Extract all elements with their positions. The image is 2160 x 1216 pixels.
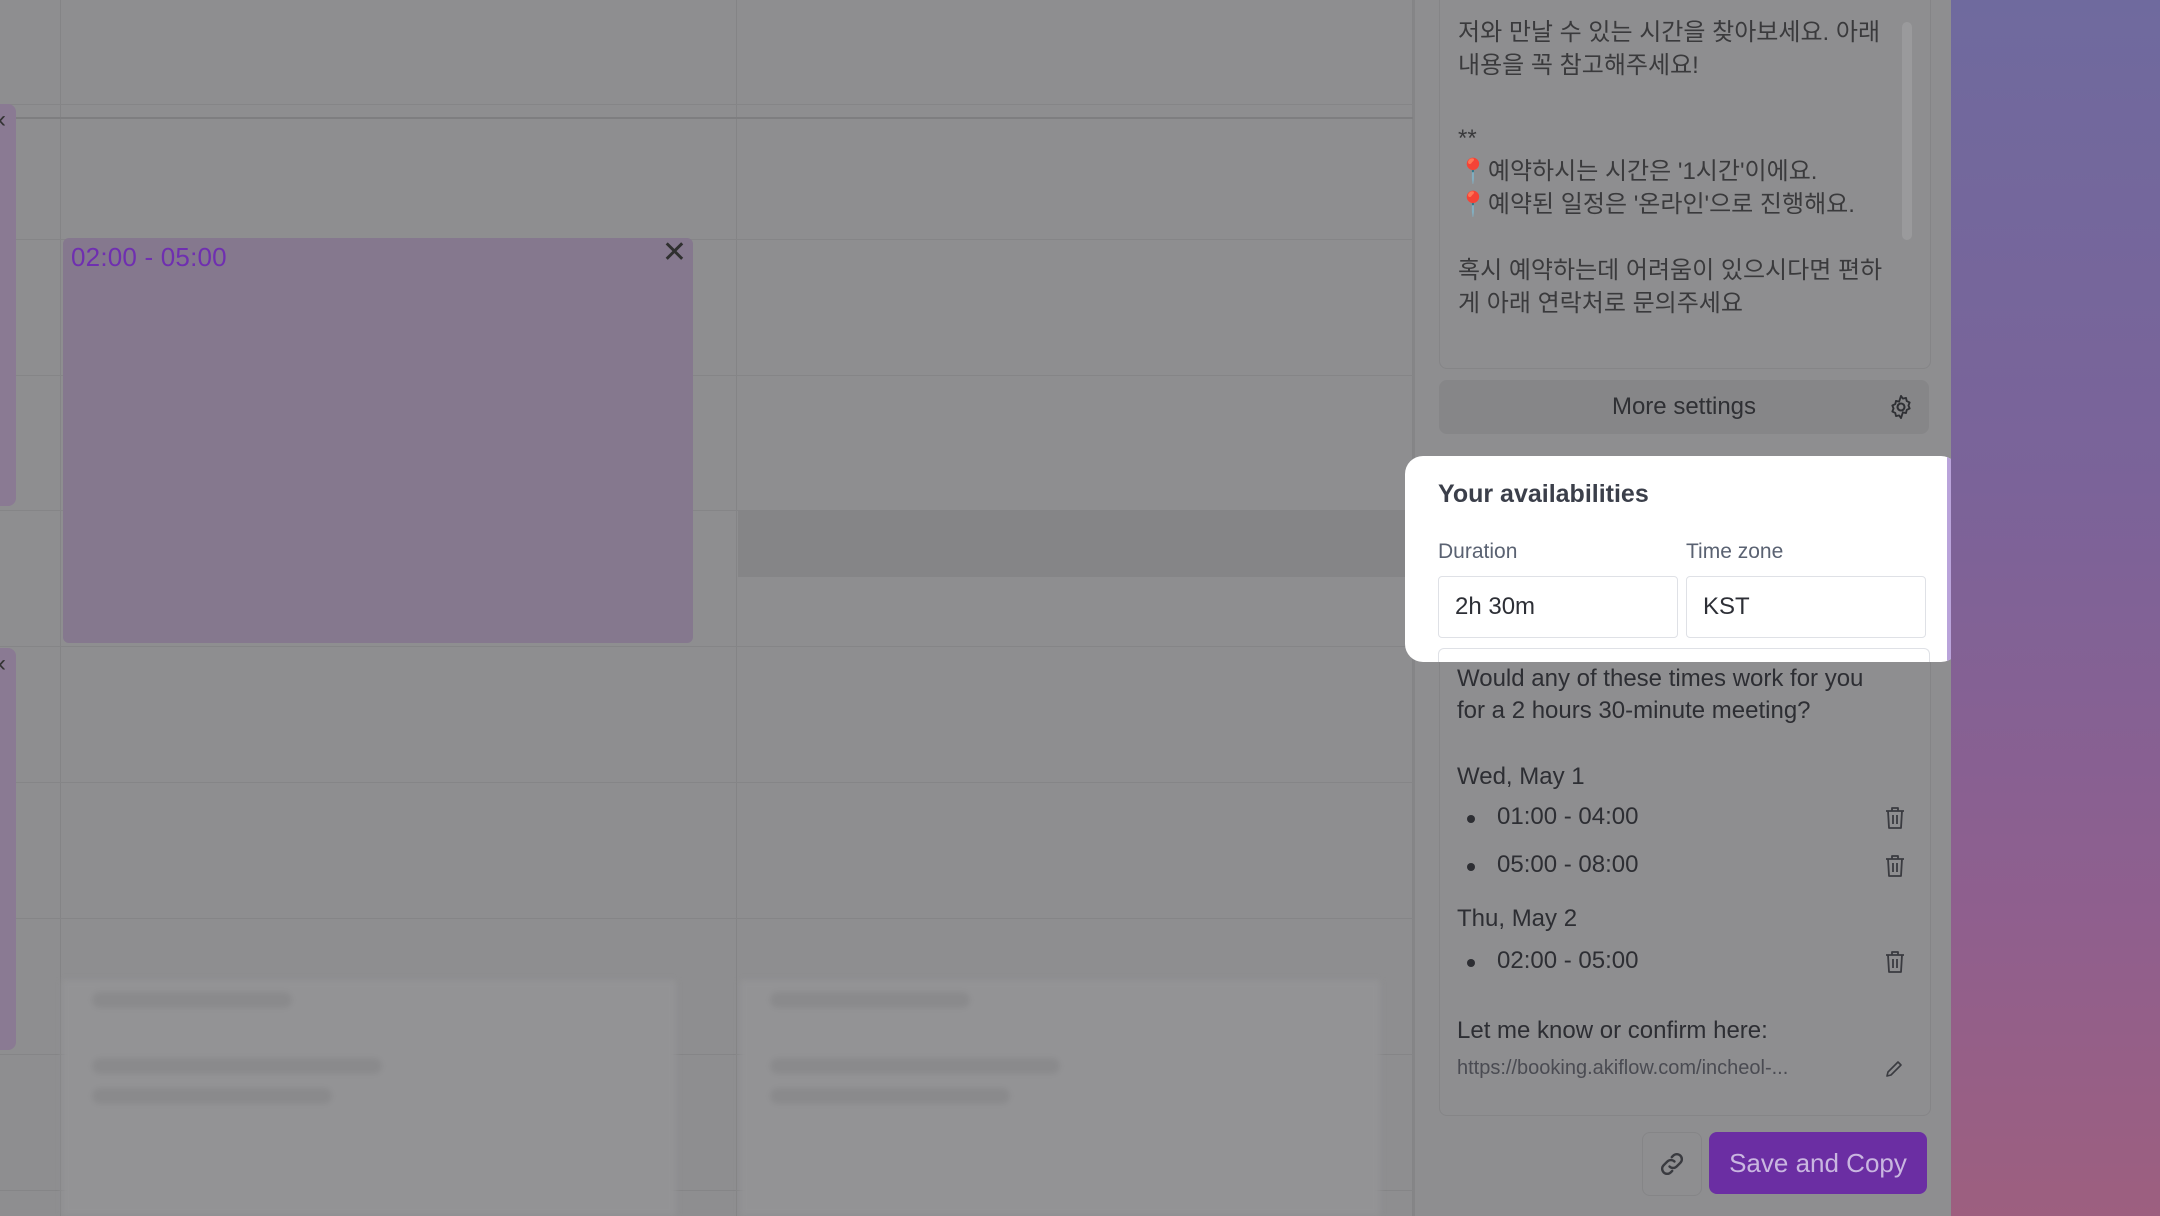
- previous-day-event[interactable]: ‹: [0, 648, 16, 1050]
- time-slot: 05:00 - 08:00: [1457, 849, 1913, 885]
- trash-icon[interactable]: [1883, 949, 1907, 975]
- close-icon[interactable]: ‹: [0, 652, 6, 676]
- time-slot: 01:00 - 04:00: [1457, 801, 1913, 837]
- description-text: 저와 만날 수 있는 시간을 찾아보세요. 아래 내용을 꼭 참고해주세요! *…: [1458, 16, 1888, 320]
- highlighted-slot-row: [738, 510, 1413, 577]
- message-preview[interactable]: Would any of these times work for you fo…: [1439, 648, 1931, 1116]
- day-label: Wed, May 1: [1457, 763, 1585, 790]
- desktop-background: [1951, 0, 2160, 1216]
- message-box-edge: [1438, 648, 1930, 662]
- message-intro: Would any of these times work for you fo…: [1457, 665, 1864, 724]
- calendar-grid: ‹ ‹ 02:00 - 05:00 ✕: [0, 0, 1413, 1216]
- description-line: 📍예약하시는 시간은 '1시간'이에요.: [1458, 158, 1818, 185]
- timezone-label: Time zone: [1686, 540, 1784, 563]
- availabilities-card: Your availabilities Duration Time zone 2…: [1405, 456, 1959, 662]
- more-settings-label: More settings: [1611, 393, 1757, 420]
- duration-input[interactable]: 2h 30m: [1438, 576, 1678, 638]
- trash-icon[interactable]: [1883, 853, 1907, 879]
- time-slot-text: 01:00 - 04:00: [1497, 803, 1639, 830]
- pencil-icon[interactable]: [1884, 1059, 1904, 1079]
- trash-icon[interactable]: [1883, 805, 1907, 831]
- description-line: 저와 만날 수 있는 시간을 찾아보세요. 아래 내용을 꼭 참고해주세요!: [1458, 19, 1887, 79]
- duration-label: Duration: [1438, 540, 1518, 563]
- description-line: 📍예약된 일정은 '온라인'으로 진행해요.: [1458, 191, 1855, 218]
- day-column-divider: [60, 0, 61, 1216]
- booking-link[interactable]: https://booking.akiflow.com/incheol-...: [1457, 1057, 1788, 1080]
- description-line: **: [1458, 125, 1477, 152]
- time-slot-text: 05:00 - 08:00: [1497, 851, 1639, 878]
- day-column-divider: [736, 0, 737, 1216]
- time-slot-text: 02:00 - 05:00: [1497, 947, 1639, 974]
- time-slot: 02:00 - 05:00: [1457, 945, 1913, 981]
- copy-link-button[interactable]: [1642, 1132, 1702, 1196]
- blurred-card: [62, 980, 676, 1216]
- more-settings-button[interactable]: More settings: [1439, 380, 1929, 434]
- close-icon[interactable]: ✕: [662, 238, 687, 268]
- availabilities-title: Your availabilities: [1438, 480, 1649, 508]
- scrollbar-thumb[interactable]: [1902, 22, 1912, 240]
- hour-gridline: [0, 646, 1413, 647]
- description-line: 혹시 예약하는데 어려움이 있으시다면 편하게 아래 연락처로 문의주세요: [1458, 257, 1883, 317]
- save-and-copy-button[interactable]: Save and Copy: [1709, 1132, 1927, 1194]
- confirm-label: Let me know or confirm here:: [1457, 1017, 1768, 1044]
- previous-day-event[interactable]: ‹: [0, 104, 16, 506]
- hour-gridline: [0, 918, 1413, 919]
- availability-event[interactable]: 02:00 - 05:00 ✕: [63, 238, 693, 643]
- blurred-card: [740, 980, 1380, 1216]
- close-icon[interactable]: ‹: [0, 108, 6, 132]
- hour-gridline: [0, 117, 1413, 119]
- description-textarea[interactable]: 저와 만날 수 있는 시간을 찾아보세요. 아래 내용을 꼭 참고해주세요! *…: [1439, 0, 1931, 369]
- gear-icon: [1891, 394, 1911, 420]
- day-label: Thu, May 2: [1457, 905, 1578, 932]
- link-icon: [1660, 1152, 1684, 1176]
- event-time: 02:00 - 05:00: [71, 242, 227, 272]
- timezone-input[interactable]: KST: [1686, 576, 1926, 638]
- hour-gridline: [0, 782, 1413, 783]
- hour-gridline: [0, 104, 1413, 105]
